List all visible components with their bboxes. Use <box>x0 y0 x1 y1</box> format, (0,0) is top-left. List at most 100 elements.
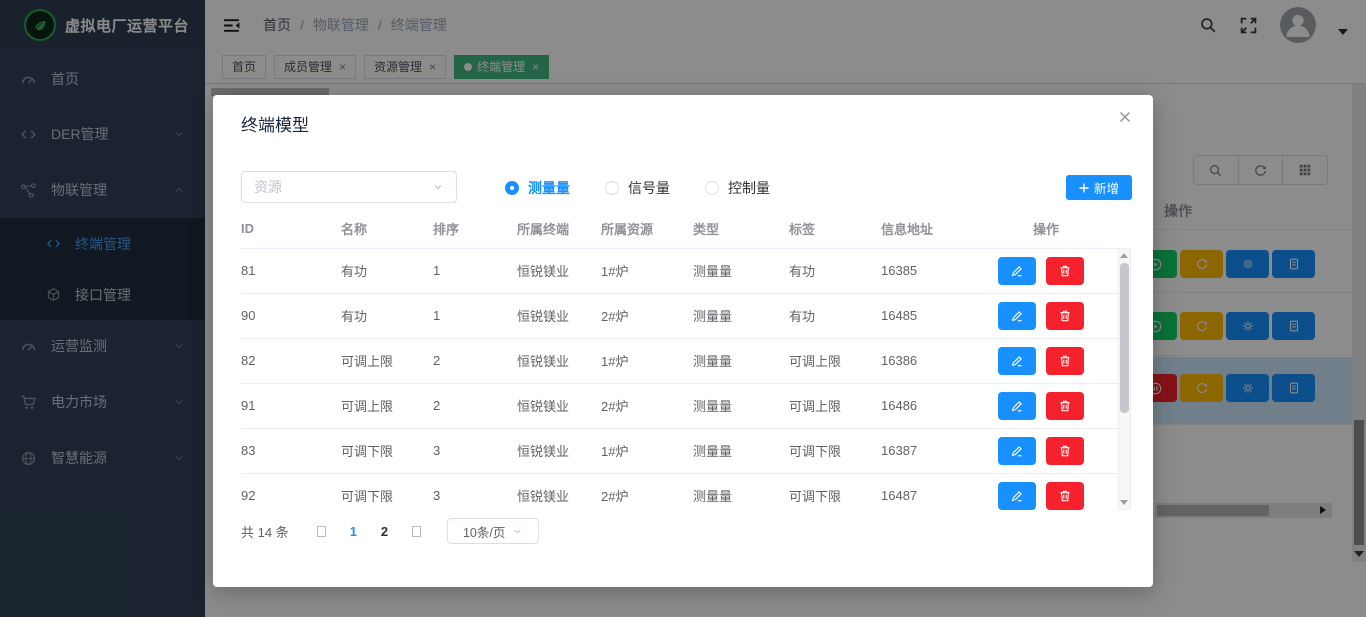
cell-addr: 16385 <box>881 248 998 293</box>
radio-icon <box>705 181 719 195</box>
edit-button[interactable] <box>998 347 1036 375</box>
delete-button[interactable] <box>1046 437 1084 465</box>
cell-name: 有功 <box>341 248 433 293</box>
cell-id: 82 <box>241 338 341 383</box>
pagination: 共 14 条 1 2 10条/页 <box>241 516 539 546</box>
edit-button[interactable] <box>998 392 1036 420</box>
delete-button[interactable] <box>1046 347 1084 375</box>
total-count: 共 14 条 <box>241 522 289 541</box>
cell-tag: 可调上限 <box>789 338 881 383</box>
dialog-close-icon[interactable] <box>1117 109 1133 125</box>
cell-tag: 可调下限 <box>789 473 881 510</box>
radio-signal[interactable]: 信号量 <box>605 178 705 198</box>
scrollbar-thumb[interactable] <box>1120 263 1129 413</box>
cell-tag: 有功 <box>789 293 881 338</box>
chevron-down-icon <box>512 526 523 537</box>
cell-type: 测量量 <box>693 473 789 510</box>
radio-icon <box>605 181 619 195</box>
terminal-model-table: ID名称排序所属终端所属资源类型标签信息地址操作 81有功1恒锐镁业1#炉测量量… <box>241 210 1118 510</box>
cell-terminal: 恒锐镁业 <box>517 473 601 510</box>
edit-button[interactable] <box>998 437 1036 465</box>
table-row: 90有功1恒锐镁业2#炉测量量有功16485 <box>241 293 1118 338</box>
radio-label: 信号量 <box>628 178 670 198</box>
table-vertical-scrollbar[interactable] <box>1118 248 1131 510</box>
table-row: 91可调上限2恒锐镁业2#炉测量量可调上限16486 <box>241 383 1118 428</box>
cell-addr: 16386 <box>881 338 998 383</box>
cell-addr: 16485 <box>881 293 998 338</box>
app-window: 虚拟电厂运营平台 首页 DER管理 物联管理 终端管理 接口管理 <box>0 0 1366 617</box>
column-header: 所属资源 <box>601 210 693 248</box>
table-row: 92可调下限3恒锐镁业2#炉测量量可调下限16487 <box>241 473 1118 510</box>
delete-button[interactable] <box>1046 257 1084 285</box>
cell-sort: 1 <box>433 248 517 293</box>
cell-terminal: 恒锐镁业 <box>517 428 601 473</box>
add-button[interactable]: 新增 <box>1066 175 1132 200</box>
cell-actions <box>998 383 1118 428</box>
cell-tag: 可调上限 <box>789 383 881 428</box>
cell-type: 测量量 <box>693 428 789 473</box>
delete-button[interactable] <box>1046 482 1084 510</box>
radio-control[interactable]: 控制量 <box>705 178 805 198</box>
cell-name: 可调下限 <box>341 428 433 473</box>
cell-resource: 1#炉 <box>601 428 693 473</box>
cell-type: 测量量 <box>693 383 789 428</box>
cell-addr: 16486 <box>881 383 998 428</box>
table-header-row: ID名称排序所属终端所属资源类型标签信息地址操作 <box>241 210 1118 248</box>
cell-id: 91 <box>241 383 341 428</box>
cell-actions <box>998 473 1118 510</box>
column-header: 排序 <box>433 210 517 248</box>
table-row: 81有功1恒锐镁业1#炉测量量有功16385 <box>241 248 1118 293</box>
cell-tag: 有功 <box>789 248 881 293</box>
delete-button[interactable] <box>1046 302 1084 330</box>
edit-button[interactable] <box>998 482 1036 510</box>
column-header: 操作 <box>998 210 1118 248</box>
chevron-down-icon <box>432 181 444 193</box>
radio-label: 控制量 <box>728 178 770 198</box>
column-header: 所属终端 <box>517 210 601 248</box>
column-header: 类型 <box>693 210 789 248</box>
delete-button[interactable] <box>1046 392 1084 420</box>
radio-measurement[interactable]: 测量量 <box>505 178 605 198</box>
cell-tag: 可调下限 <box>789 428 881 473</box>
cell-sort: 2 <box>433 383 517 428</box>
cell-id: 92 <box>241 473 341 510</box>
scroll-down-arrow[interactable] <box>1120 500 1128 505</box>
cell-sort: 1 <box>433 293 517 338</box>
resource-select[interactable]: 资源 <box>241 171 457 203</box>
page-1-button[interactable]: 1 <box>350 524 357 539</box>
edit-button[interactable] <box>998 302 1036 330</box>
add-button-label: 新增 <box>1094 178 1119 197</box>
cell-actions <box>998 248 1118 293</box>
cell-actions <box>998 338 1118 383</box>
cell-resource: 1#炉 <box>601 248 693 293</box>
type-radio-group: 测量量 信号量 控制量 <box>505 178 805 198</box>
cell-name: 可调下限 <box>341 473 433 510</box>
prev-page-button[interactable] <box>317 526 326 537</box>
column-header: 标签 <box>789 210 881 248</box>
cell-type: 测量量 <box>693 338 789 383</box>
cell-resource: 2#炉 <box>601 473 693 510</box>
cell-addr: 16387 <box>881 428 998 473</box>
cell-id: 83 <box>241 428 341 473</box>
cell-id: 90 <box>241 293 341 338</box>
scroll-up-arrow[interactable] <box>1120 253 1128 258</box>
cell-name: 可调上限 <box>341 338 433 383</box>
column-header: 信息地址 <box>881 210 998 248</box>
page-2-button[interactable]: 2 <box>381 524 388 539</box>
cell-resource: 2#炉 <box>601 383 693 428</box>
edit-button[interactable] <box>998 257 1036 285</box>
cell-terminal: 恒锐镁业 <box>517 248 601 293</box>
cell-resource: 2#炉 <box>601 293 693 338</box>
dialog-title: 终端模型 <box>241 111 309 136</box>
plus-icon <box>1079 183 1089 193</box>
table-row: 82可调上限2恒锐镁业1#炉测量量可调上限16386 <box>241 338 1118 383</box>
terminal-model-dialog: 终端模型 资源 测量量 信号量 控制量 新增 ID名称排序所属终端所属资源类型标… <box>213 95 1153 587</box>
cell-terminal: 恒锐镁业 <box>517 383 601 428</box>
cell-type: 测量量 <box>693 293 789 338</box>
terminal-table-body: 81有功1恒锐镁业1#炉测量量有功1638590有功1恒锐镁业2#炉测量量有功1… <box>241 248 1118 510</box>
next-page-button[interactable] <box>412 526 421 537</box>
cell-sort: 3 <box>433 428 517 473</box>
cell-actions <box>998 293 1118 338</box>
radio-icon <box>505 181 519 195</box>
page-size-select[interactable]: 10条/页 <box>447 518 539 544</box>
